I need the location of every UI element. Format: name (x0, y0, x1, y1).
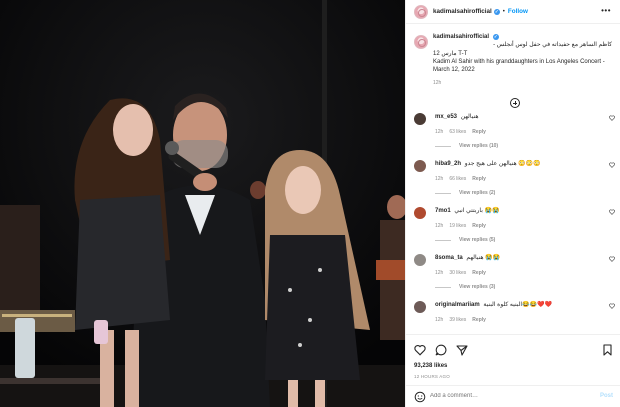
post-photo[interactable] (0, 0, 405, 407)
comment-text: باربتتي انبي 😭😭 (454, 208, 500, 214)
caption-avatar[interactable] (414, 35, 428, 49)
concert-photo-illustration (0, 0, 405, 407)
view-replies-label[interactable]: View replies (2) (459, 190, 495, 196)
save-bookmark-icon[interactable] (602, 344, 613, 356)
comment-text: هنيالهن على هيج جدو 😳😳😳 (464, 161, 541, 167)
caption-text-arabic-2: T-T مارس 12 (433, 51, 468, 57)
replies-line (435, 192, 451, 194)
comment-time: 12h (435, 223, 444, 229)
header-username[interactable]: kadimalsahirofficial (433, 8, 492, 15)
more-options-icon[interactable]: ••• (601, 7, 611, 15)
like-comment-heart-icon[interactable] (609, 256, 615, 262)
view-replies-button[interactable]: View replies (5) (435, 237, 620, 243)
commenter-avatar[interactable] (414, 113, 426, 125)
comment-username[interactable]: mx_e53 (435, 114, 457, 120)
add-comment-input[interactable] (430, 393, 580, 399)
comment-item: hiba9_2h هنيالهن على هيج جدو 😳😳😳 12h 66 l… (406, 160, 620, 196)
share-paper-plane-icon[interactable] (456, 344, 468, 356)
like-comment-heart-icon[interactable] (609, 162, 615, 168)
post-details-panel: kadimalsahirofficial ✓ • Follow ••• kadi… (405, 0, 620, 407)
load-more-comments-icon[interactable] (510, 98, 520, 108)
comment-likes[interactable]: 19 likes (449, 223, 466, 229)
replies-line (435, 239, 451, 241)
comment-item: 8soma_ta هنيالهم 😭😭 12h 30 likes Reply Vie… (406, 254, 620, 290)
comment-likes[interactable]: 30 likes (449, 270, 466, 276)
comment-likes[interactable]: 66 likes (449, 176, 466, 182)
caption-text-english: Kadim Al Sahir with his granddaughters i… (433, 59, 605, 73)
view-replies-button[interactable]: View replies (10) (435, 143, 620, 149)
view-replies-label[interactable]: View replies (3) (459, 284, 495, 290)
caption-time: 12h (433, 80, 442, 86)
like-comment-heart-icon[interactable] (609, 303, 615, 309)
commenter-avatar[interactable] (414, 301, 426, 313)
add-comment-bar: Post (406, 385, 620, 407)
comment-time: 12h (435, 129, 444, 135)
reply-button[interactable]: Reply (472, 176, 486, 182)
comment-item: mx_e53 هنيالهن 12h 63 likes Reply View rep… (406, 113, 620, 149)
likes-count[interactable]: 93,238 likes (414, 363, 447, 369)
comment-likes[interactable]: 39 likes (449, 317, 466, 323)
separator-dot: • (502, 8, 505, 15)
view-replies-button[interactable]: View replies (3) (435, 284, 620, 290)
reply-button[interactable]: Reply (472, 223, 486, 229)
commenter-avatar[interactable] (414, 254, 426, 266)
replies-line (435, 286, 451, 288)
emoji-smiley-icon[interactable] (414, 391, 426, 403)
comment-time: 12h (435, 317, 444, 323)
comment-time: 12h (435, 176, 444, 182)
view-replies-label[interactable]: View replies (10) (459, 143, 498, 149)
reply-button[interactable]: Reply (472, 270, 486, 276)
comments-scroll-area[interactable]: kadimalsahirofficial ✓ كاظم الساهر مع حف… (406, 25, 620, 334)
caption-username[interactable]: kadimalsahirofficial (433, 34, 489, 40)
comment-text: البنيه كلوة البنية😂😂❤️❤️ (483, 302, 552, 308)
reply-button[interactable]: Reply (472, 317, 486, 323)
comment-time: 12h (435, 270, 444, 276)
comment-text: هنيالهن (460, 114, 479, 120)
post-header: kadimalsahirofficial ✓ • Follow ••• (406, 0, 620, 24)
verified-badge-icon: ✓ (492, 34, 499, 40)
post-caption: kadimalsahirofficial ✓ كاظم الساهر مع حف… (406, 25, 620, 86)
like-heart-icon[interactable] (414, 344, 426, 356)
comment-item: originalmariiam البنيه كلوة البنية😂😂❤️❤️… (406, 301, 620, 323)
post-time-ago[interactable]: 12 HOURS AGO (414, 374, 450, 379)
avatar[interactable] (414, 4, 428, 19)
post-actions-bar: 93,238 likes 12 HOURS AGO Post (406, 334, 620, 407)
comment-username[interactable]: originalmariiam (435, 302, 480, 308)
comment-bubble-icon[interactable] (435, 344, 447, 356)
follow-button[interactable]: Follow (508, 8, 528, 15)
view-replies-button[interactable]: View replies (2) (435, 190, 620, 196)
commenter-avatar[interactable] (414, 160, 426, 172)
comment-item: 7mo1 باربتتي انبي 😭😭 12h 19 likes Reply Vi… (406, 207, 620, 243)
verified-badge-icon: ✓ (493, 8, 500, 15)
caption-text-arabic: كاظم الساهر مع حفيداته في حفل لوس أنجلس … (493, 42, 612, 48)
comment-text: هنيالهم 😭😭 (466, 255, 501, 261)
comment-likes[interactable]: 63 likes (449, 129, 466, 135)
like-comment-heart-icon[interactable] (609, 209, 615, 215)
comment-username[interactable]: 8soma_ta (435, 255, 463, 261)
like-comment-heart-icon[interactable] (609, 115, 615, 121)
reply-button[interactable]: Reply (472, 129, 486, 135)
comment-username[interactable]: 7mo1 (435, 208, 451, 214)
view-replies-label[interactable]: View replies (5) (459, 237, 495, 243)
commenter-avatar[interactable] (414, 207, 426, 219)
replies-line (435, 145, 451, 147)
comment-username[interactable]: hiba9_2h (435, 161, 461, 167)
post-comment-button[interactable]: Post (600, 393, 613, 399)
